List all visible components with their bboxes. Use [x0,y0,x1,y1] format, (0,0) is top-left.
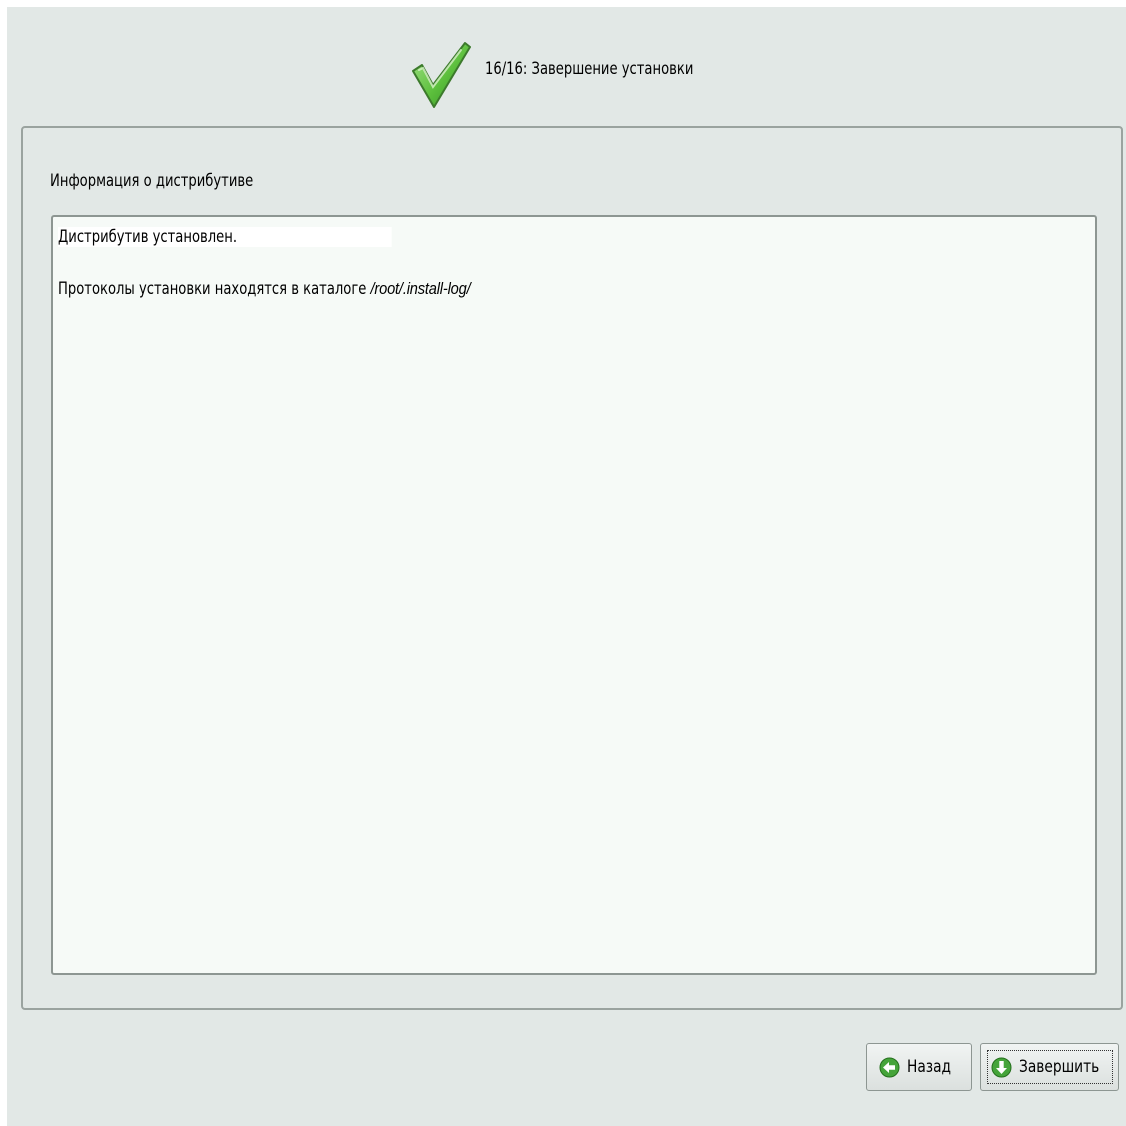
step-header: 16/16: Завершение установки [7,7,1126,125]
log-location-prefix: Протоколы установки находятся в каталоге [58,279,371,299]
installer-window: 16/16: Завершение установки Информация о… [7,7,1126,1126]
log-location-text: Протоколы установки находятся в каталоге… [58,279,471,299]
checkmark-icon [412,42,471,108]
back-button-label: Назад [907,1057,952,1077]
content-panel: Информация о дистрибутиве Дистрибутив ус… [21,126,1123,1010]
info-text-area: Дистрибутив установлен. Протоколы устано… [51,215,1097,975]
back-button[interactable]: Назад [866,1043,972,1091]
finish-button-label: Завершить [1019,1057,1100,1077]
install-status-text: Дистрибутив установлен. [58,227,392,247]
section-label: Информация о дистрибутиве [50,171,254,191]
step-title: 16/16: Завершение установки [485,59,694,79]
finish-button[interactable]: Завершить [980,1043,1119,1091]
arrow-left-icon [879,1057,900,1077]
focus-indicator: Завершить [987,1050,1114,1084]
log-path: /root/.install-log/ [370,279,471,298]
arrow-down-icon [991,1057,1012,1077]
